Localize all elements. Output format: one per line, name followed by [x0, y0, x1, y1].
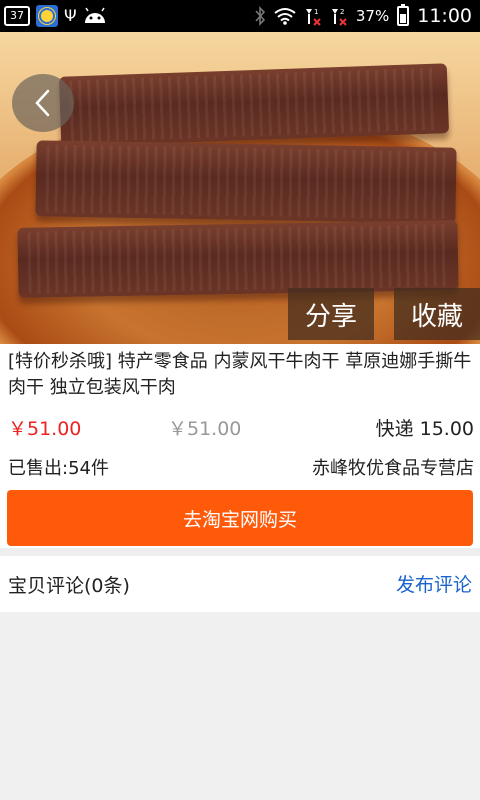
original-price: ￥51.00 [168, 418, 242, 440]
signal1-icon: 1 [305, 8, 321, 26]
shop-name[interactable]: 赤峰牧优食品专营店 [312, 454, 474, 480]
signal2-icon: 2 [331, 8, 347, 26]
chevron-left-icon [35, 89, 50, 117]
shipping-fee: 快递 15.00 [375, 418, 474, 440]
review-header: 宝贝评论(0条) 发布评论 [0, 556, 480, 610]
jerky-slice [35, 140, 457, 224]
android-icon [84, 7, 105, 23]
bluetooth-icon [255, 6, 265, 26]
notification-count-icon: 37 [4, 6, 30, 26]
favorite-button[interactable]: 收藏 [394, 288, 480, 340]
buy-on-taobao-button[interactable]: 去淘宝网购买 [7, 490, 473, 546]
price-row: ￥51.00 ￥51.00 快递 15.00 [8, 414, 474, 440]
svg-text:2: 2 [340, 8, 344, 16]
wifi-icon [274, 8, 296, 25]
product-title: [特价秒杀哦] 特产零食品 内蒙风干牛肉干 草原迪娜手撕牛肉干 独立包装风干肉 [8, 351, 472, 398]
jerky-slice [58, 63, 450, 147]
battery-percent: 37% [355, 7, 390, 25]
battery-icon [397, 4, 410, 26]
sold-count: 已售出:54件 [8, 458, 109, 479]
jerky-slice [17, 220, 459, 298]
share-button[interactable]: 分享 [288, 288, 374, 340]
current-price: ￥51.00 [8, 418, 82, 440]
back-button[interactable] [12, 74, 74, 132]
review-count-label: 宝贝评论(0条) [8, 575, 130, 597]
weather-icon [36, 5, 58, 27]
sales-row: 已售出:54件 赤峰牧优食品专营店 [8, 454, 474, 480]
review-list-empty [0, 612, 480, 800]
clock: 11:00 [417, 5, 472, 27]
usb-icon: Ψ [64, 6, 77, 25]
post-review-link[interactable]: 发布评论 [396, 570, 472, 597]
status-bar: 37 Ψ 1 2 37% 11:00 [0, 0, 480, 32]
svg-text:1: 1 [314, 8, 318, 16]
divider [0, 548, 480, 556]
